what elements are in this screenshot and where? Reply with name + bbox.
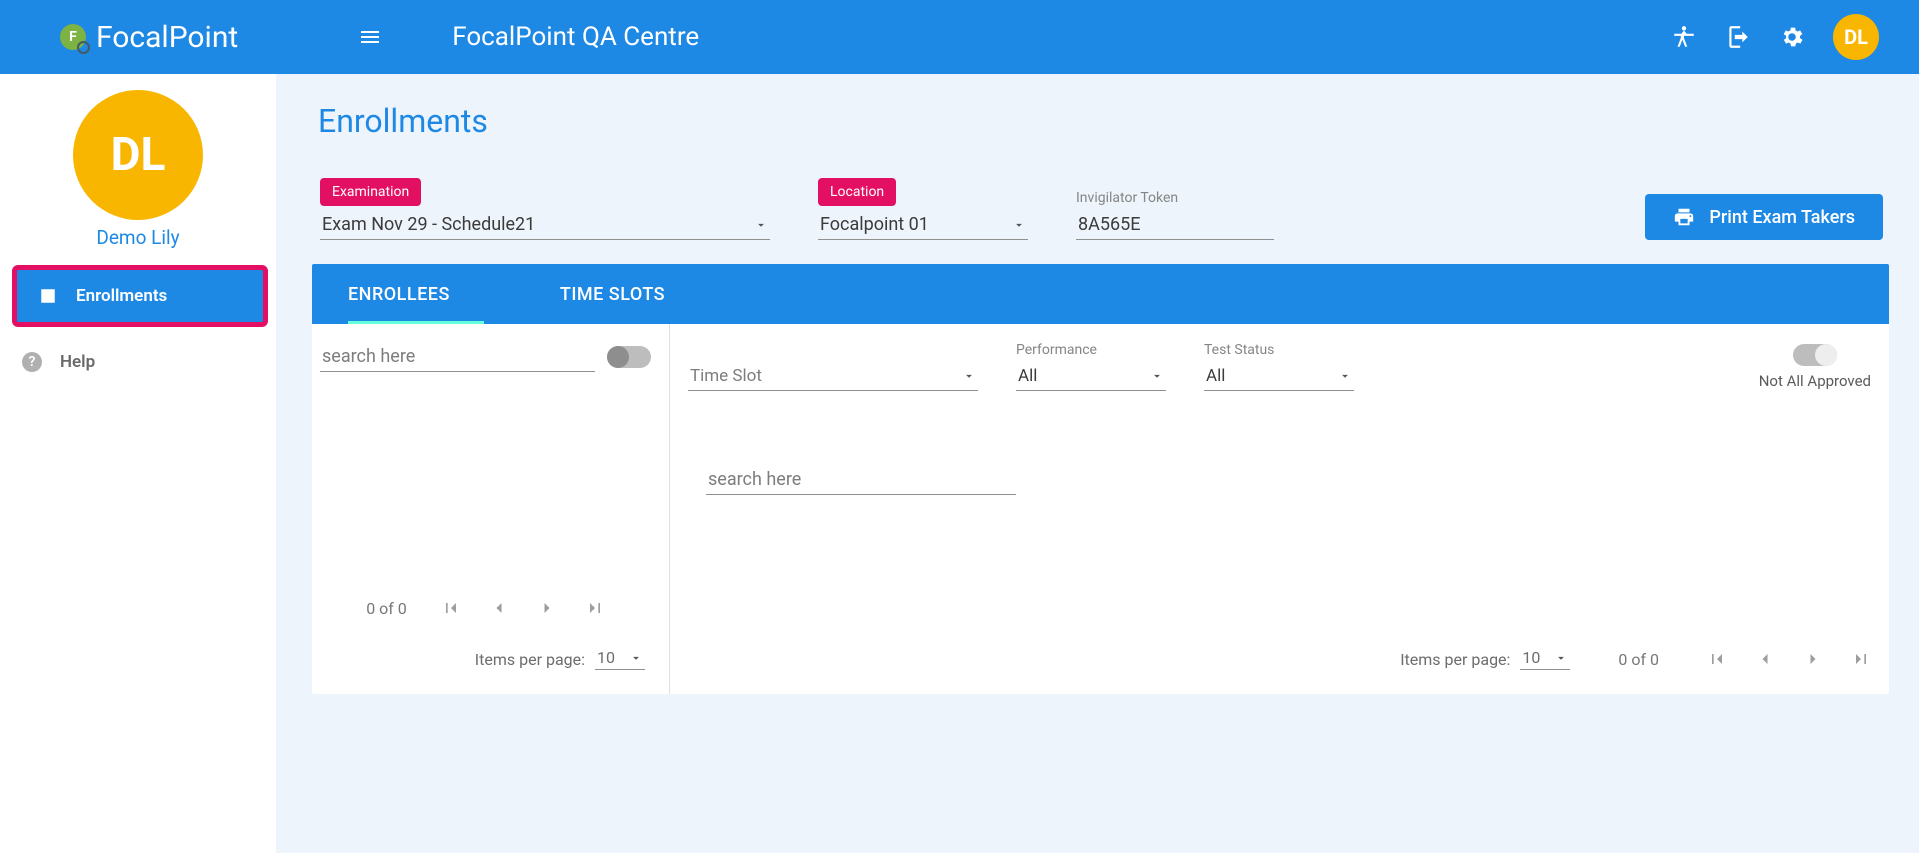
approval-toggle[interactable] [1793, 344, 1837, 366]
slots-pager-count: 0 of 0 [1618, 650, 1659, 669]
token-value: 8A565E [1076, 212, 1274, 240]
time-slot-field: Time Slot [688, 342, 978, 391]
first-page-icon[interactable] [1707, 649, 1727, 669]
examination-value: Exam Nov 29 - Schedule21 [322, 214, 535, 235]
last-page-icon[interactable] [1851, 649, 1871, 669]
approval-status-text: Not All Approved [1759, 372, 1871, 392]
enrollees-pager-count: 0 of 0 [366, 599, 407, 618]
slots-pager-row: Items per page: 10 0 of 0 [688, 648, 1871, 670]
print-button-label: Print Exam Takers [1709, 207, 1855, 228]
tab-time-slots[interactable]: TIME SLOTS [560, 264, 665, 324]
enrollees-ipp-select[interactable]: 10 [595, 648, 645, 670]
centre-name: FocalPoint QA Centre [452, 22, 1671, 52]
chevron-down-icon [1554, 651, 1568, 665]
approval-block: Not All Approved [1759, 344, 1871, 392]
logo[interactable]: F FocalPoint [60, 20, 238, 55]
enrollees-search-row [320, 342, 651, 372]
performance-label: Performance [1016, 342, 1166, 360]
enrollees-toggle[interactable] [607, 346, 651, 368]
chevron-down-icon [754, 218, 768, 232]
sidebar-item-label: Help [60, 352, 95, 372]
enrollments-panel: ENROLLEES TIME SLOTS 0 of 0 [312, 264, 1889, 694]
slots-column: Time Slot Performance All [670, 324, 1889, 694]
menu-icon[interactable] [358, 25, 382, 49]
last-page-icon[interactable] [585, 598, 605, 618]
examination-label: Examination [320, 178, 421, 206]
slots-ipp-select[interactable]: 10 [1520, 648, 1570, 670]
test-status-select[interactable]: All [1204, 364, 1354, 391]
logout-icon[interactable] [1725, 24, 1751, 50]
gear-icon[interactable] [1779, 24, 1805, 50]
enrollees-search-input[interactable] [320, 342, 595, 372]
test-status-field: Test Status All [1204, 342, 1354, 391]
time-slot-placeholder: Time Slot [690, 366, 762, 386]
ipp-label: Items per page: [475, 650, 585, 669]
chevron-down-icon [962, 369, 976, 383]
location-select[interactable]: Focalpoint 01 [818, 212, 1028, 240]
first-page-icon[interactable] [441, 598, 461, 618]
user-avatar-small[interactable]: DL [1833, 14, 1879, 60]
prev-page-icon[interactable] [489, 598, 509, 618]
enrollees-pager: 0 of 0 [320, 598, 651, 618]
chart-bar-icon [38, 287, 58, 305]
location-field: Location Focalpoint 01 [818, 178, 1028, 240]
sidebar-item-help[interactable]: ? Help [0, 335, 276, 389]
performance-field: Performance All [1016, 342, 1166, 391]
enrollees-pager-arrows [441, 598, 605, 618]
chevron-down-icon [1012, 218, 1026, 232]
slots-search-input[interactable] [706, 465, 1016, 495]
tab-bar: ENROLLEES TIME SLOTS [312, 264, 1889, 324]
next-page-icon[interactable] [537, 598, 557, 618]
filter-row: Examination Exam Nov 29 - Schedule21 Loc… [312, 178, 1889, 264]
test-status-label: Test Status [1204, 342, 1354, 360]
chevron-down-icon [1150, 369, 1164, 383]
tab-enrollees[interactable]: ENROLLEES [348, 264, 450, 324]
location-value: Focalpoint 01 [820, 214, 929, 235]
print-icon [1673, 206, 1695, 228]
chevron-down-icon [1338, 369, 1352, 383]
performance-select[interactable]: All [1016, 364, 1166, 391]
time-slot-label [688, 342, 978, 360]
enrollees-column: 0 of 0 Items per page: 10 [312, 324, 670, 694]
app-name: FocalPoint [96, 20, 238, 55]
main-content: Enrollments Examination Exam Nov 29 - Sc… [276, 74, 1919, 853]
appbar-actions: DL [1671, 14, 1879, 60]
sidebar-item-enrollments[interactable]: Enrollments [16, 269, 264, 323]
time-slot-select[interactable]: Time Slot [688, 364, 978, 391]
slots-search-wrap [706, 465, 1871, 495]
next-page-icon[interactable] [1803, 649, 1823, 669]
performance-value: All [1018, 366, 1037, 386]
print-exam-takers-button[interactable]: Print Exam Takers [1645, 194, 1883, 240]
panel-body: 0 of 0 Items per page: 10 [312, 324, 1889, 694]
examination-field: Examination Exam Nov 29 - Schedule21 [320, 178, 770, 240]
test-status-value: All [1206, 366, 1225, 386]
examination-select[interactable]: Exam Nov 29 - Schedule21 [320, 212, 770, 240]
location-label: Location [818, 178, 896, 206]
token-field: Invigilator Token 8A565E [1076, 190, 1274, 240]
page-title: Enrollments [318, 102, 1889, 140]
app-bar: F FocalPoint FocalPoint QA Centre DL [0, 0, 1919, 74]
accessibility-icon[interactable] [1671, 24, 1697, 50]
chevron-down-icon [629, 651, 643, 665]
ipp-label: Items per page: [1400, 650, 1510, 669]
slots-pager-arrows [1707, 649, 1871, 669]
enrollees-items-per-page: Items per page: 10 [320, 648, 645, 670]
sidebar: DL Demo Lily Enrollments ? Help [0, 74, 276, 853]
user-avatar-large: DL [73, 90, 203, 220]
token-label: Invigilator Token [1076, 190, 1274, 206]
ipp-value: 10 [597, 648, 615, 667]
slots-items-per-page: Items per page: 10 [1400, 648, 1570, 670]
user-name: Demo Lily [0, 226, 276, 249]
help-icon: ? [22, 352, 42, 372]
ipp-value: 10 [1522, 648, 1540, 667]
prev-page-icon[interactable] [1755, 649, 1775, 669]
slots-filter-row: Time Slot Performance All [688, 342, 1871, 391]
sidebar-item-label: Enrollments [76, 286, 167, 306]
logo-badge: F [60, 24, 86, 50]
